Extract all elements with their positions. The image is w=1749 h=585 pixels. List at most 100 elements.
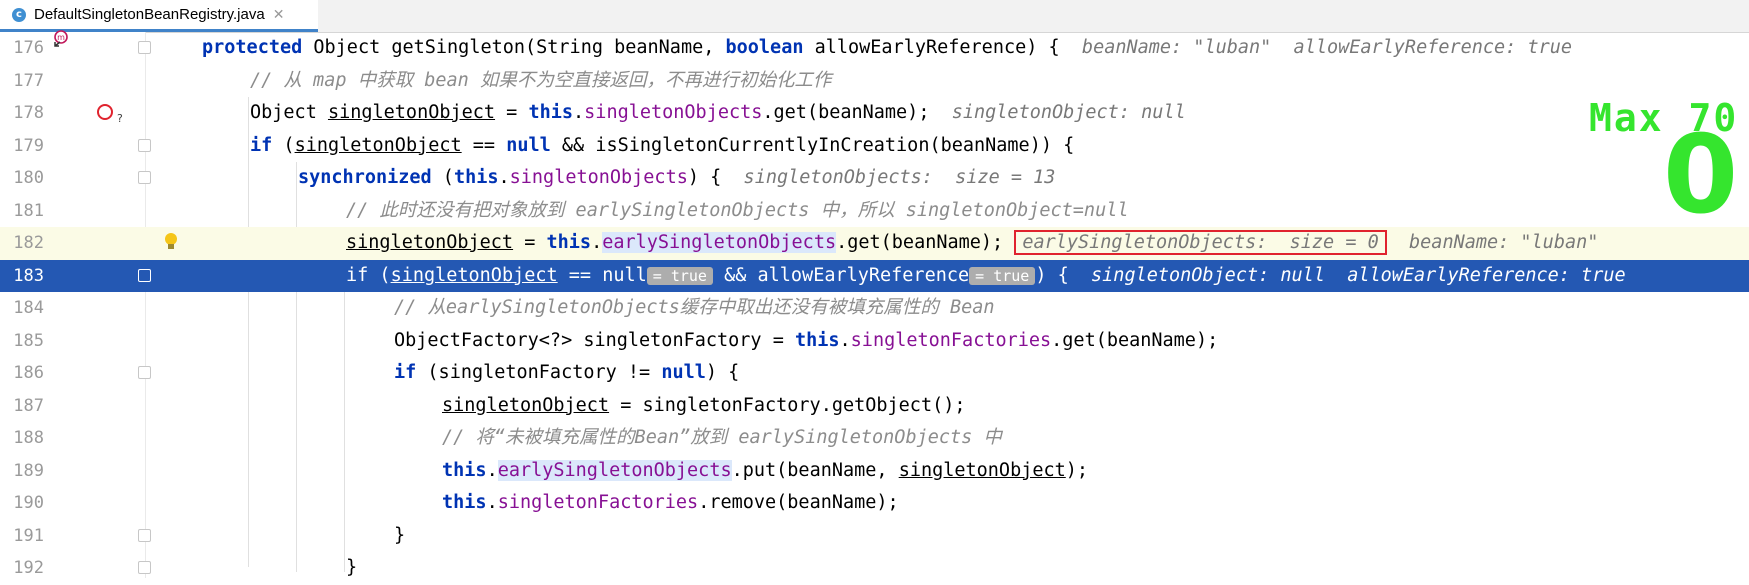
code-segment: } — [394, 524, 406, 546]
code-line-176[interactable]: 176 m protected Object getSingleton(Stri… — [0, 30, 1749, 65]
code-field-highlighted: earlySingletonObjects — [497, 459, 732, 481]
keyword: this — [794, 329, 840, 351]
line-number: 177 — [13, 70, 44, 91]
debug-inline-value-boxed: earlySingletonObjects: size = 0 — [1014, 230, 1387, 255]
code-segment: .get(beanName); — [1051, 329, 1219, 351]
code-segment: ( — [272, 134, 295, 156]
line-number: 181 — [13, 200, 44, 221]
code-text: Object singletonObject = this.singletonO… — [250, 97, 1186, 129]
keyword: null — [661, 362, 706, 383]
code-variable: singletonObject — [294, 134, 462, 156]
keyword: this — [546, 232, 592, 253]
code-segment: .remove(beanName); — [698, 492, 899, 513]
code-line-184[interactable]: 184 // 从earlySingletonObjects缓存中取出还没有被填充… — [0, 292, 1749, 325]
code-line-188[interactable]: 188 // 将“未被填充属性的Bean”放到 earlySingletonOb… — [0, 422, 1749, 455]
fold-toggle[interactable] — [138, 528, 151, 542]
keyword: this — [453, 167, 499, 188]
code-line-192[interactable]: 192 } — [0, 552, 1749, 585]
line-number: 182 — [13, 233, 44, 253]
code-segment: ) { — [687, 167, 722, 188]
code-text: } — [346, 552, 357, 584]
code-field: singletonFactories — [850, 329, 1052, 351]
lightbulb-icon[interactable] — [164, 232, 178, 252]
code-line-189[interactable]: 189 this.earlySingletonObjects.put(beanN… — [0, 455, 1749, 488]
overlay-value: 0 — [1663, 113, 1739, 238]
code-line-179[interactable]: 179 if (singletonObject == null && isSin… — [0, 130, 1749, 163]
code-segment: ) { — [1035, 264, 1069, 286]
breakpoint-icon[interactable]: ? — [96, 103, 124, 125]
fold-toggle[interactable] — [138, 138, 151, 152]
code-variable: singletonObject — [898, 459, 1066, 481]
code-segment: == — [557, 264, 603, 286]
code-line-185[interactable]: 185 ObjectFactory<?> singletonFactory = … — [0, 325, 1749, 358]
code-field-highlighted: earlySingletonObjects — [602, 232, 837, 253]
fold-toggle[interactable] — [138, 366, 151, 379]
code-text: // 从 map 中获取 bean 如果不为空直接返回，不再进行初始化工作 — [250, 65, 831, 97]
code-line-187[interactable]: 187 singletonObject = singletonFactory.g… — [0, 390, 1749, 423]
code-line-190[interactable]: 190 this.singletonFactories.remove(beanN… — [0, 487, 1749, 520]
code-segment: . — [573, 102, 585, 123]
tab-label: DefaultSingletonBeanRegistry.java — [34, 6, 265, 23]
code-segment: ( — [368, 264, 391, 286]
code-segment: == — [461, 134, 507, 156]
code-text: if (singletonFactory != null) { — [394, 357, 739, 389]
code-line-182[interactable]: 182 singletonObject = this.earlySingleto… — [0, 227, 1749, 260]
code-line-180[interactable]: 180 synchronized (this.singletonObjects)… — [0, 162, 1749, 195]
code-segment: && isSingletonCurrentlyInCreation(beanNa… — [550, 134, 1075, 156]
keyword: if — [250, 134, 273, 156]
line-number: 185 — [13, 330, 44, 351]
code-text: // 将“未被填充属性的Bean”放到 earlySingletonObject… — [442, 422, 1002, 454]
fps-overlay: Max 70 0 — [1579, 92, 1749, 230]
svg-text:?: ? — [117, 112, 123, 125]
code-segment: = — [513, 232, 547, 253]
code-segment: = singletonFactory.getObject(); — [609, 394, 966, 416]
line-number: 192 — [13, 558, 44, 578]
code-segment: . — [486, 492, 498, 513]
line-number: 187 — [13, 395, 44, 416]
line-number: 184 — [13, 298, 44, 318]
debug-inline-value: singletonObject: null allowEarlyReferenc… — [1068, 264, 1626, 286]
code-segment: . — [498, 167, 510, 188]
code-segment: ObjectFactory<?> singletonFactory = — [394, 329, 795, 351]
method-override-icon[interactable]: m — [52, 30, 70, 48]
code-text: protected Object getSingleton(String bea… — [202, 32, 1572, 64]
code-segment: (singletonFactory != — [416, 362, 662, 383]
line-number: 190 — [13, 493, 44, 513]
code-line-183-current[interactable]: 183 if (singletonObject == null = true &&… — [0, 259, 1749, 292]
code-line-177[interactable]: 177 // 从 map 中获取 bean 如果不为空直接返回，不再进行初始化工… — [0, 65, 1749, 98]
code-segment: .put(beanName, — [731, 459, 899, 481]
debug-inline-value: beanName: "luban" allowEarlyReference: t… — [1059, 37, 1573, 58]
fold-toggle[interactable] — [138, 41, 151, 54]
code-text: if (singletonObject == null && isSinglet… — [250, 130, 1074, 162]
code-line-186[interactable]: 186 if (singletonFactory != null) { — [0, 357, 1749, 390]
code-text: singletonObject = this.earlySingletonObj… — [346, 227, 1598, 259]
code-segment: Object getSingleton(String beanName, — [302, 37, 726, 58]
code-segment: .get(beanName); — [836, 232, 1004, 253]
code-field: singletonObjects — [509, 167, 688, 188]
fold-toggle[interactable] — [138, 561, 151, 574]
tab-defaultsingletonbeanregistry[interactable]: c DefaultSingletonBeanRegistry.java ✕ — [0, 0, 318, 32]
code-line-181[interactable]: 181 // 此时还没有把对象放到 earlySingletonObjects … — [0, 195, 1749, 228]
code-variable: singletonObject — [327, 102, 496, 123]
keyword: this — [442, 459, 487, 481]
code-variable: singletonObject — [346, 232, 514, 253]
code-segment: && allowEarlyReference — [712, 264, 970, 286]
line-number: 183 — [13, 265, 44, 286]
svg-text:m: m — [57, 33, 65, 42]
line-number: 186 — [13, 363, 44, 383]
code-line-178[interactable]: 178 ? Object singletonObject = this.sing… — [0, 97, 1749, 130]
close-icon[interactable]: ✕ — [273, 7, 285, 23]
line-number: 180 — [13, 168, 44, 188]
keyword: if — [346, 264, 369, 286]
code-editor[interactable]: 176 m protected Object getSingleton(Stri… — [0, 30, 1749, 578]
code-segment: ); — [1065, 459, 1089, 481]
code-text: ObjectFactory<?> singletonFactory = this… — [394, 325, 1218, 357]
fold-toggle[interactable] — [138, 171, 151, 184]
line-number: 188 — [13, 428, 44, 448]
fold-toggle[interactable] — [138, 268, 151, 282]
code-field: singletonObjects — [584, 102, 763, 123]
debug-inline-value: beanName: "luban" — [1386, 232, 1599, 253]
code-text: // 此时还没有把对象放到 earlySingletonObjects 中，所以… — [346, 195, 1129, 227]
code-field: singletonFactories — [497, 492, 699, 513]
code-line-191[interactable]: 191 } — [0, 520, 1749, 553]
